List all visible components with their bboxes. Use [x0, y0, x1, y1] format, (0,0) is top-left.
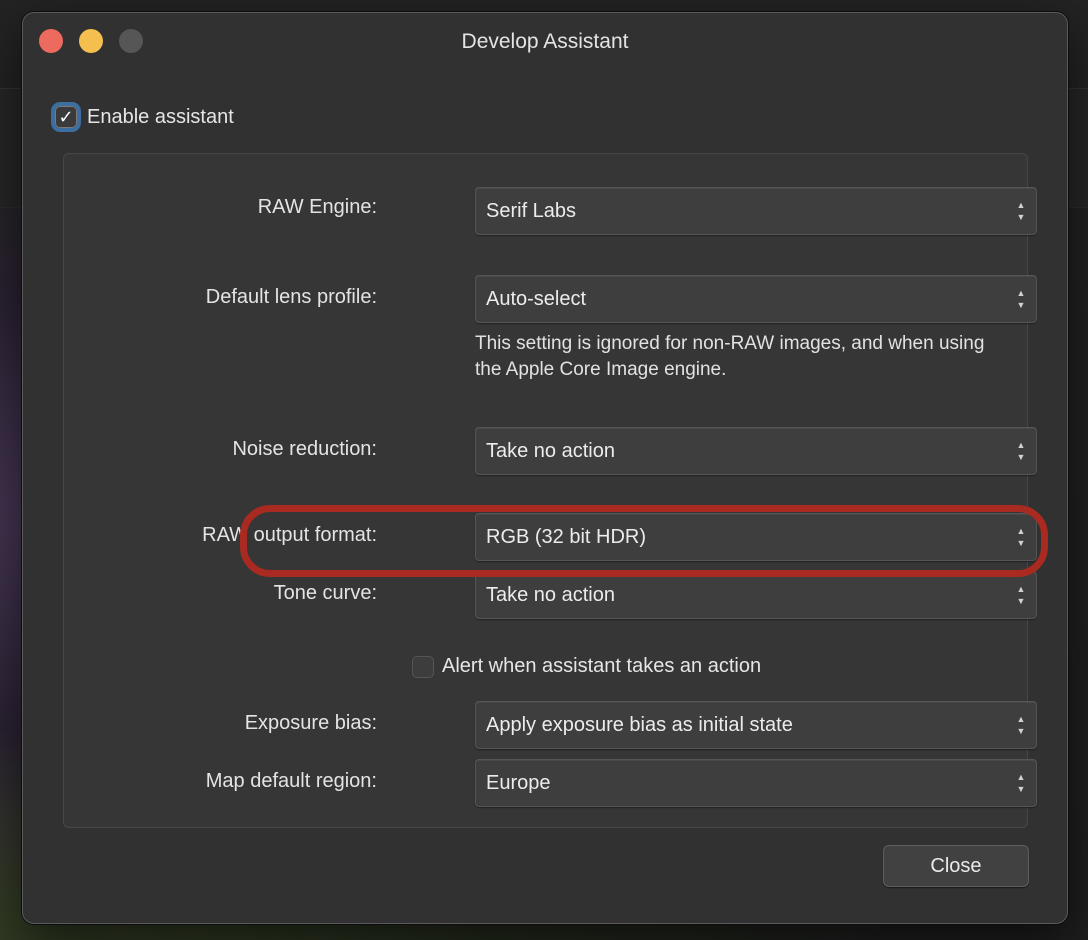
map-region-popup[interactable]: Europe ▲ ▼ [475, 759, 1037, 807]
up-down-chevron-icon: ▲ ▼ [1016, 526, 1026, 548]
exposure-bias-label: Exposure bias: [244, 712, 377, 734]
enable-assistant-row[interactable]: ✓ Enable assistant [51, 101, 234, 133]
raw-output-format-popup[interactable]: RGB (32 bit HDR) ▲ ▼ [475, 513, 1037, 561]
alert-label[interactable]: Alert when assistant takes an action [442, 655, 761, 678]
raw-output-format-label: RAW output format: [202, 524, 377, 546]
develop-assistant-dialog: Develop Assistant ✓ Enable assistant RAW… [22, 12, 1068, 924]
lens-profile-value: Auto-select [486, 288, 587, 310]
enable-assistant-label[interactable]: Enable assistant [87, 106, 234, 129]
tone-curve-label: Tone curve: [273, 582, 377, 604]
up-down-chevron-icon: ▲ ▼ [1016, 772, 1026, 794]
map-region-label: Map default region: [205, 770, 377, 792]
noise-reduction-label: Noise reduction: [232, 438, 377, 460]
up-down-chevron-icon: ▲ ▼ [1016, 714, 1026, 736]
noise-reduction-value: Take no action [486, 440, 615, 462]
raw-engine-label: RAW Engine: [257, 196, 377, 218]
up-down-chevron-icon: ▲ ▼ [1016, 440, 1026, 462]
lens-profile-label: Default lens profile: [205, 286, 377, 308]
lens-profile-popup[interactable]: Auto-select ▲ ▼ [475, 275, 1037, 323]
tone-curve-value: Take no action [486, 584, 615, 606]
window-title: Develop Assistant [461, 30, 629, 53]
map-region-value: Europe [486, 772, 551, 794]
close-button[interactable]: Close [883, 845, 1029, 887]
enable-assistant-checkbox[interactable]: ✓ [51, 102, 81, 132]
tone-curve-popup[interactable]: Take no action ▲ ▼ [475, 571, 1037, 619]
alert-checkbox[interactable] [412, 655, 434, 678]
settings-panel: RAW Engine: Serif Labs ▲ ▼ Default lens p… [63, 153, 1048, 828]
noise-reduction-popup[interactable]: Take no action ▲ ▼ [475, 427, 1037, 475]
raw-engine-popup[interactable]: Serif Labs ▲ ▼ [475, 187, 1037, 235]
lens-profile-note: This setting is ignored for non-RAW imag… [475, 333, 985, 380]
exposure-bias-popup[interactable]: Apply exposure bias as initial state ▲ ▼ [475, 701, 1037, 749]
exposure-bias-value: Apply exposure bias as initial state [486, 714, 793, 736]
up-down-chevron-icon: ▲ ▼ [1016, 584, 1026, 606]
raw-output-format-value: RGB (32 bit HDR) [486, 526, 647, 548]
up-down-chevron-icon: ▲ ▼ [1016, 200, 1026, 222]
up-down-chevron-icon: ▲ ▼ [1016, 288, 1026, 310]
checkmark-icon: ✓ [58, 107, 74, 127]
raw-engine-value: Serif Labs [486, 200, 577, 222]
alert-row[interactable]: Alert when assistant takes an action [412, 655, 761, 678]
